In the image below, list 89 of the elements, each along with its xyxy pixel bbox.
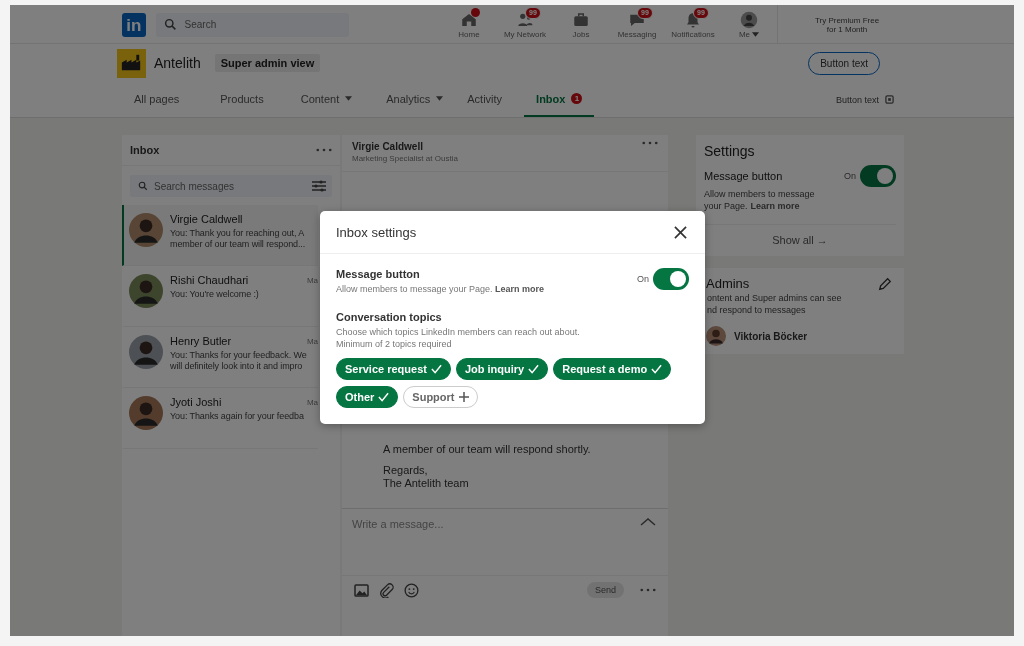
company-logo-icon [117, 48, 146, 78]
card-title: Settings [704, 143, 756, 159]
tab[interactable]: All pages [122, 82, 192, 117]
contact-name: Jyoti Joshi [170, 396, 222, 408]
image-icon[interactable] [354, 583, 369, 597]
search-field[interactable]: Search [184, 12, 341, 37]
panel-title: Inbox [130, 144, 160, 156]
emoji-icon[interactable] [404, 582, 419, 598]
learn-more-link[interactable]: Learn more [750, 201, 800, 211]
tab[interactable]: Content [288, 82, 365, 117]
setting-description: Allow members to message your Page. Learn more [704, 188, 816, 212]
search-icon [163, 18, 177, 31]
message-date: Ma [306, 336, 318, 346]
check-icon [430, 364, 442, 374]
close-icon[interactable] [674, 225, 687, 239]
avatar-icon [129, 213, 163, 247]
header-button[interactable]: Button text [808, 51, 880, 75]
more-icon[interactable] [640, 588, 656, 592]
toggle-state: On [844, 171, 856, 181]
square-icon [885, 95, 894, 104]
conversation-item[interactable]: Henry Butler Ma You: Thanks for your feedback. We will definitely look into it and impro [122, 327, 318, 388]
avatar-icon [129, 396, 163, 430]
tabs-action-button[interactable]: Button text [835, 82, 894, 117]
tab[interactable]: Products [208, 82, 276, 117]
filter-icon[interactable] [312, 180, 326, 192]
admin-name: Viktoria Böcker [734, 330, 808, 342]
message-date: Ma [306, 275, 318, 285]
toggle-switch[interactable] [860, 165, 896, 187]
setting-label: Message button [704, 170, 784, 182]
premium-link[interactable]: Try Premium Free for 1 Month [792, 15, 902, 34]
search-icon [138, 181, 148, 191]
section-title: Conversation topics [336, 311, 443, 323]
pencil-icon[interactable] [878, 276, 892, 291]
count-badge: 1 [571, 93, 583, 104]
page-name: Antelith [154, 55, 201, 71]
briefcase-icon [572, 11, 590, 29]
message-preview: You: You're welcome :) [170, 289, 260, 300]
conversation-item[interactable]: Rishi Chaudhari Ma You: You're welcome :) [122, 266, 318, 327]
check-icon [528, 364, 540, 374]
nav-item[interactable]: Home [441, 10, 497, 39]
message-text: A member of our team will respond shortly. [383, 443, 592, 456]
avatar-icon [706, 326, 726, 346]
tab[interactable]: Inbox 1 [524, 82, 595, 117]
contact-name: Virgie Caldwell [352, 141, 424, 152]
chevron-up-icon[interactable] [640, 517, 656, 526]
conversation-item[interactable]: Jyoti Joshi Ma You: Thanks again for your feedba [122, 388, 318, 449]
more-icon[interactable] [316, 148, 332, 152]
paperclip-icon[interactable] [379, 582, 394, 598]
setting-description: Allow members to message your Page. Learn more [336, 283, 546, 295]
topic-chip[interactable]: Service request [336, 358, 451, 380]
card-title: Admins [706, 276, 750, 291]
avatar-icon [129, 335, 163, 369]
home-icon [460, 11, 478, 29]
message-preview: You: Thanks for your feedback. We will definitely look into it and impro [170, 350, 308, 372]
check-icon [378, 392, 390, 402]
topic-chip[interactable]: Support [403, 386, 478, 408]
tab[interactable]: Analytics [374, 82, 456, 117]
topic-chip[interactable]: Job inquiry [455, 358, 549, 380]
toggle-state: On [637, 274, 649, 284]
conversation-item[interactable]: Virgie Caldwell You: Thank you for reaching out, A member of our team will respond... [122, 205, 318, 266]
dialog-title: Inbox settings [336, 224, 417, 240]
nav-item[interactable]: Jobs [553, 10, 609, 39]
avatar-icon [740, 11, 758, 29]
check-icon [651, 364, 663, 374]
tab[interactable]: Activity [455, 82, 515, 117]
contact-name: Henry Butler [170, 335, 232, 347]
avatar-icon [129, 274, 163, 308]
message-input[interactable]: Write a message... [342, 509, 668, 575]
learn-more-link[interactable]: Learn more [495, 284, 545, 294]
more-icon[interactable] [642, 141, 658, 145]
contact-name: Virgie Caldwell [170, 213, 243, 225]
search-field[interactable]: Search messages [154, 175, 306, 197]
message-preview: You: Thank you for reaching out, A member of our team will respond... [170, 228, 307, 250]
role-badge: Super admin view [214, 54, 321, 72]
search-bar[interactable]: Search messages [130, 175, 332, 197]
message-preview: You: Thanks again for your feedba [170, 411, 305, 422]
topic-chip[interactable]: Request a demo [553, 358, 672, 380]
nav-item[interactable]: Me [721, 10, 777, 39]
setting-label: Message button [336, 268, 421, 280]
logo[interactable]: in [122, 12, 146, 37]
message-text: Regards, The Antelith team [383, 464, 470, 490]
contact-name: Rishi Chaudhari [170, 274, 249, 286]
message-date: Ma [306, 397, 318, 407]
topic-chip[interactable]: Other [336, 386, 399, 408]
search-bar[interactable]: Search [155, 12, 349, 37]
section-description: Choose which topics LinkedIn members can reach out about. Minimum of 2 topics required [336, 326, 581, 350]
plus-icon [458, 392, 469, 402]
card-description: ontent and Super admins can see nd respond to messages [706, 292, 843, 316]
toggle-switch[interactable] [653, 268, 689, 290]
